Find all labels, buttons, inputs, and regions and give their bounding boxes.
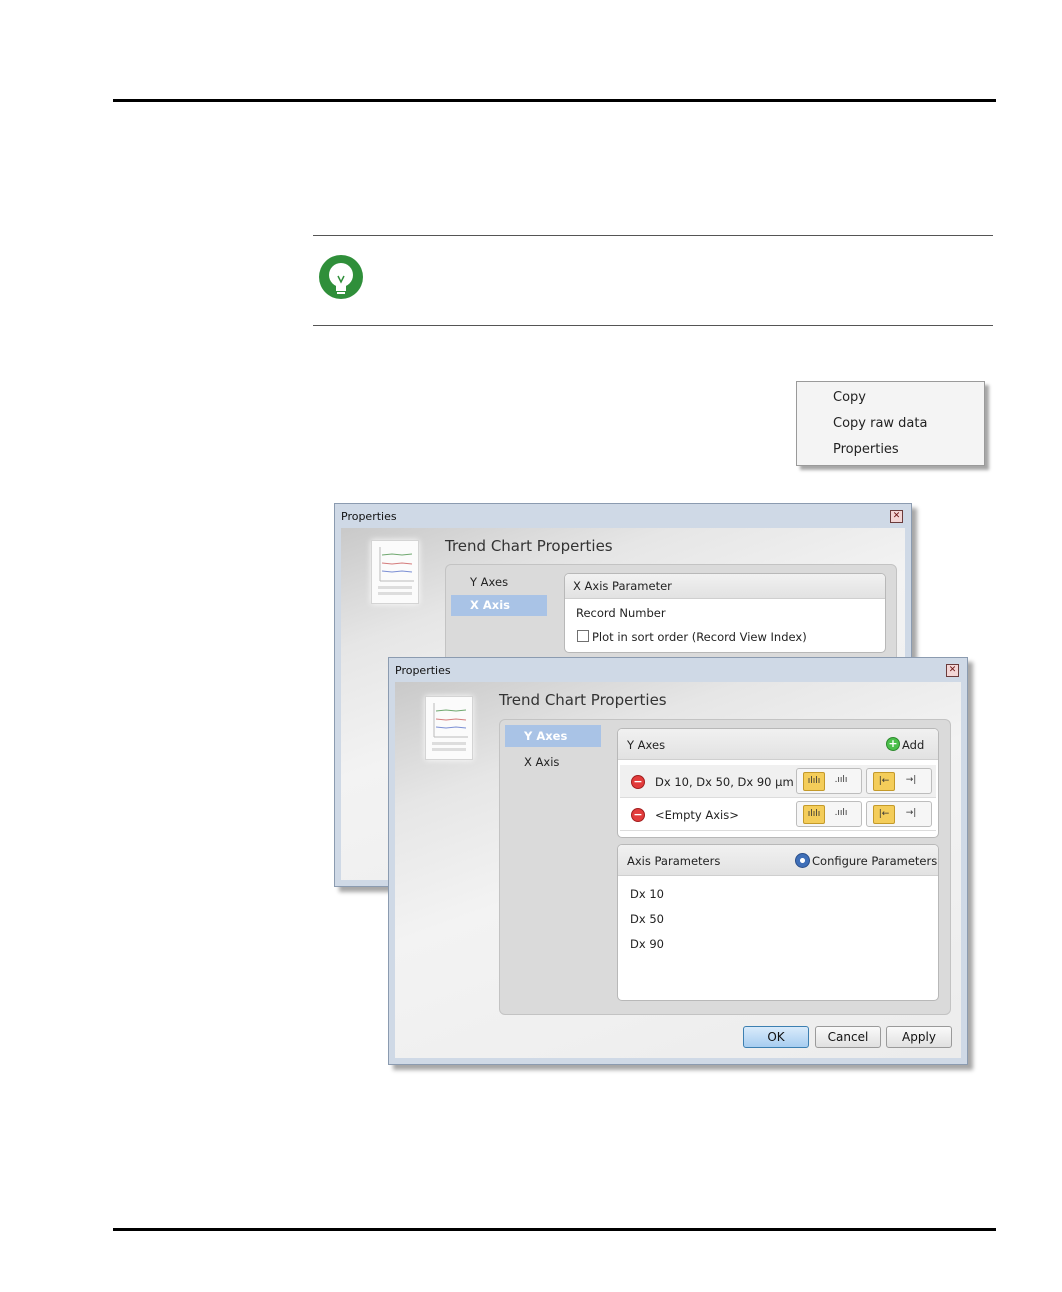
configure-parameters-button[interactable]: Configure Parameters (812, 854, 937, 868)
dialog-heading: Trend Chart Properties (499, 691, 667, 709)
menu-item-copy-raw-data[interactable]: Copy raw data (833, 416, 927, 431)
left-axis-icon[interactable]: |← (873, 772, 895, 791)
close-icon[interactable]: ✕ (890, 510, 903, 523)
chart-thumbnail-icon (371, 540, 419, 604)
dialog-title: Properties (395, 664, 451, 677)
bottom-rule (113, 1228, 996, 1231)
group-header: X Axis Parameter (565, 574, 885, 599)
linear-scale-icon[interactable]: ılılı (803, 772, 825, 791)
axis-side-toggle[interactable]: |← →| (866, 768, 932, 794)
lightbulb-icon (318, 254, 366, 302)
configure-icon[interactable] (795, 853, 810, 868)
dialog-title: Properties (341, 510, 397, 523)
group-title: X Axis Parameter (573, 579, 672, 593)
properties-panel: Y Axes X Axis Y Axes + Add − Dx 10, Dx 5… (499, 719, 951, 1015)
add-icon[interactable]: + (886, 737, 900, 751)
nav-item-y-axes[interactable]: Y Axes (505, 725, 601, 747)
log-scale-icon[interactable]: .ıılı (831, 805, 851, 822)
nav-item-x-axis[interactable]: X Axis (524, 755, 559, 769)
nav-item-x-axis[interactable]: X Axis (451, 595, 547, 616)
parameter-item[interactable]: Dx 90 (630, 937, 664, 951)
dialog-heading: Trend Chart Properties (445, 537, 613, 555)
cancel-button[interactable]: Cancel (815, 1026, 881, 1048)
left-axis-icon[interactable]: |← (873, 805, 895, 824)
y-axis-label: <Empty Axis> (655, 808, 739, 822)
parameter-item[interactable]: Dx 10 (630, 887, 664, 901)
y-axis-row[interactable]: − Dx 10, Dx 50, Dx 90 µm ılılı .ıılı |← … (620, 765, 936, 798)
y-axes-group: Y Axes + Add − Dx 10, Dx 50, Dx 90 µm ıl… (617, 728, 939, 838)
group-header: Axis Parameters Configure Parameters (618, 845, 938, 876)
nav-item-y-axes[interactable]: Y Axes (470, 575, 508, 589)
axis-parameters-group: Axis Parameters Configure Parameters Dx … (617, 844, 939, 1001)
scale-toggle[interactable]: ılılı .ıılı (796, 768, 862, 794)
menu-item-copy[interactable]: Copy (833, 390, 866, 405)
tip-top-rule (313, 235, 993, 236)
right-axis-icon[interactable]: →| (901, 805, 921, 822)
close-icon[interactable]: ✕ (946, 664, 959, 677)
scale-toggle[interactable]: ılılı .ıılı (796, 801, 862, 827)
y-axis-row[interactable]: − <Empty Axis> ılılı .ıılı |← →| (620, 798, 936, 831)
dialog-titlebar: Properties ✕ (335, 504, 911, 528)
chart-thumbnail-icon (425, 696, 473, 760)
sort-order-label: Plot in sort order (Record View Index) (592, 630, 807, 644)
axis-side-toggle[interactable]: |← →| (866, 801, 932, 827)
log-scale-icon[interactable]: .ıılı (831, 772, 851, 789)
group-title: Y Axes (627, 738, 666, 752)
right-axis-icon[interactable]: →| (901, 772, 921, 789)
ok-button[interactable]: OK (743, 1026, 809, 1048)
properties-dialog-front: Properties ✕ Trend Chart Properties Y Ax… (388, 657, 968, 1065)
record-number-value[interactable]: Record Number (576, 606, 666, 620)
apply-button[interactable]: Apply (886, 1026, 952, 1048)
menu-item-properties[interactable]: Properties (833, 442, 899, 457)
dialog-client: Trend Chart Properties Y Axes X Axis Y A… (395, 682, 961, 1058)
x-axis-parameter-group: X Axis Parameter Record Number Plot in s… (564, 573, 886, 653)
linear-scale-icon[interactable]: ılılı (803, 805, 825, 824)
add-button[interactable]: Add (902, 738, 924, 752)
group-header: Y Axes + Add (618, 729, 938, 760)
parameter-item[interactable]: Dx 50 (630, 912, 664, 926)
remove-icon[interactable]: − (631, 775, 645, 789)
tip-bottom-rule (313, 325, 993, 326)
remove-icon[interactable]: − (631, 808, 645, 822)
sort-order-checkbox[interactable] (577, 630, 589, 642)
group-title: Axis Parameters (627, 854, 721, 868)
top-rule (113, 99, 996, 102)
context-menu: Copy Copy raw data Properties (796, 381, 985, 466)
y-axis-label: Dx 10, Dx 50, Dx 90 µm (655, 775, 794, 789)
dialog-titlebar: Properties ✕ (389, 658, 967, 682)
